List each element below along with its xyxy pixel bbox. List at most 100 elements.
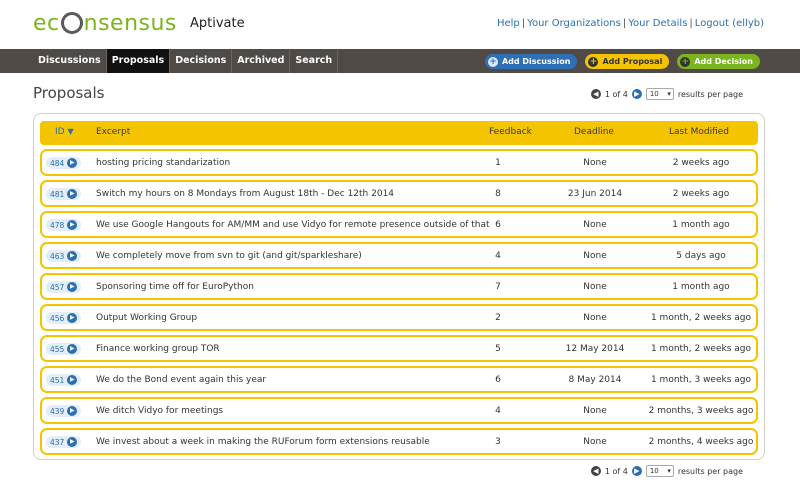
proposal-id: 457: [50, 282, 65, 292]
page-title: Proposals: [33, 84, 105, 102]
app-header: ec nsensus Aptivate Help | Your Organizatio…: [0, 0, 800, 46]
econsensus-logo[interactable]: ec nsensus: [33, 11, 177, 36]
proposal-id-link[interactable]: 437 ▶: [46, 436, 82, 448]
table-header: ID ▼ Excerpt Feedback Deadline Last Modi…: [40, 121, 758, 145]
tab-archived[interactable]: Archived: [232, 49, 291, 73]
column-header-id[interactable]: ID ▼: [55, 127, 74, 137]
proposal-id: 451: [50, 375, 65, 385]
logo-ring-icon: [60, 12, 83, 34]
deadline: None: [583, 158, 607, 168]
tab-decisions[interactable]: Decisions: [170, 49, 233, 73]
proposal-excerpt[interactable]: Switch my hours on 8 Mondays from August…: [96, 189, 394, 199]
arrow-right-icon: ▶: [67, 251, 78, 261]
next-page-icon[interactable]: ▶: [631, 89, 642, 99]
proposal-id-link[interactable]: 455 ▶: [46, 343, 82, 355]
column-header-excerpt[interactable]: Excerpt: [96, 127, 130, 137]
table-row[interactable]: 481 ▶ Switch my hours on 8 Mondays from Au…: [40, 180, 758, 207]
last-modified: 1 month ago: [672, 282, 730, 292]
your-organizations-link[interactable]: Your Organizations: [527, 18, 621, 29]
feedback-count: 5: [495, 344, 501, 354]
proposal-id: 455: [50, 344, 65, 354]
add-discussion-button[interactable]: + Add Discussion: [484, 54, 578, 69]
table-row[interactable]: 478 ▶ We use Google Hangouts for AM/MM and…: [40, 211, 758, 238]
proposal-excerpt[interactable]: We ditch Vidyo for meetings: [96, 406, 223, 416]
proposal-id-link[interactable]: 484 ▶: [46, 157, 82, 169]
deadline: None: [583, 220, 607, 230]
table-row[interactable]: 455 ▶ Finance working group TOR 5 12 May 201…: [40, 335, 758, 362]
column-header-last-modified[interactable]: Last Modified: [669, 127, 729, 137]
proposal-excerpt[interactable]: Finance working group TOR: [96, 344, 220, 354]
proposal-excerpt[interactable]: We do the Bond event again this year: [96, 375, 266, 385]
last-modified: 1 month, 2 weeks ago: [650, 313, 752, 323]
deadline: None: [583, 282, 607, 292]
table-row[interactable]: 457 ▶ Sponsoring time off for EuroPython 7 N…: [40, 273, 758, 300]
tab-discussions[interactable]: Discussions: [33, 49, 107, 73]
add-decision-button[interactable]: + Add Decision: [677, 54, 760, 69]
proposal-excerpt[interactable]: We invest about a week in making the RUF…: [96, 437, 430, 447]
arrow-right-icon: ▶: [67, 220, 78, 230]
proposal-excerpt[interactable]: Output Working Group: [96, 313, 197, 323]
link-separator: |: [521, 18, 526, 29]
results-per-page-select[interactable]: 10: [645, 465, 674, 477]
arrow-right-icon: ▶: [67, 313, 78, 323]
column-header-deadline[interactable]: Deadline: [574, 127, 614, 137]
proposal-excerpt[interactable]: Sponsoring time off for EuroPython: [96, 282, 254, 292]
deadline: None: [583, 313, 607, 323]
proposal-id-link[interactable]: 456 ▶: [46, 312, 82, 324]
previous-page-icon[interactable]: ◀: [590, 89, 601, 99]
next-page-icon[interactable]: ▶: [631, 466, 642, 476]
proposal-id-link[interactable]: 451 ▶: [46, 374, 82, 386]
proposal-id: 481: [50, 189, 65, 199]
column-header-id-label: ID: [55, 127, 65, 137]
results-per-page-label: results per page: [677, 466, 743, 476]
feedback-count: 4: [495, 406, 501, 416]
your-details-link[interactable]: Your Details: [628, 18, 687, 29]
logo-text-start: ec: [33, 11, 60, 36]
proposal-id: 437: [50, 437, 65, 447]
proposal-excerpt[interactable]: We completely move from svn to git (and …: [96, 251, 362, 261]
logout-link[interactable]: Logout (ellyb): [695, 18, 764, 29]
sort-desc-icon: ▼: [67, 127, 74, 136]
proposal-id-link[interactable]: 481 ▶: [46, 188, 82, 200]
proposal-id: 456: [50, 313, 65, 323]
page-indicator: 1 of 4: [604, 466, 628, 476]
arrow-right-icon: ▶: [67, 406, 78, 416]
proposal-id-link[interactable]: 478 ▶: [46, 219, 82, 231]
previous-page-icon[interactable]: ◀: [590, 466, 601, 476]
deadline: None: [583, 437, 607, 447]
help-link[interactable]: Help: [497, 18, 520, 29]
add-discussion-label: Add Discussion: [501, 57, 571, 66]
arrow-right-icon: ▶: [67, 189, 78, 199]
add-proposal-button[interactable]: + Add Proposal: [585, 54, 670, 69]
row-id-cell: 456 ▶: [46, 312, 82, 324]
column-header-feedback[interactable]: Feedback: [489, 127, 532, 137]
link-separator: |: [689, 18, 693, 29]
plus-icon: +: [680, 56, 691, 67]
row-id-cell: 439 ▶: [46, 405, 82, 417]
feedback-count: 4: [495, 251, 501, 261]
last-modified: 2 weeks ago: [672, 189, 730, 199]
proposal-id-link[interactable]: 439 ▶: [46, 405, 82, 417]
page-indicator: 1 of 4: [604, 89, 628, 99]
arrow-right-icon: ▶: [67, 344, 78, 354]
proposal-id-link[interactable]: 457 ▶: [46, 281, 82, 293]
results-per-page-select[interactable]: 10: [645, 88, 674, 100]
last-modified: 1 month, 2 weeks ago: [650, 344, 752, 354]
proposal-excerpt[interactable]: We use Google Hangouts for AM/MM and use…: [96, 220, 490, 230]
plus-icon: +: [487, 56, 498, 67]
table-row[interactable]: 437 ▶ We invest about a week in making the…: [40, 428, 758, 455]
table-row[interactable]: 451 ▶ We do the Bond event again this year…: [40, 366, 758, 393]
tab-proposals[interactable]: Proposals: [106, 49, 171, 73]
tab-search[interactable]: Search: [290, 49, 339, 73]
results-per-page-label: results per page: [677, 89, 743, 99]
organization-name: Aptivate: [190, 16, 245, 31]
table-row[interactable]: 439 ▶ We ditch Vidyo for meetings 4 None 2 mo…: [40, 397, 758, 424]
proposal-id-link[interactable]: 463 ▶: [46, 250, 82, 262]
feedback-count: 8: [495, 189, 501, 199]
table-row[interactable]: 484 ▶ hosting pricing standarization 1 None 2…: [40, 149, 758, 176]
table-row[interactable]: 463 ▶ We completely move from svn to git (…: [40, 242, 758, 269]
table-row[interactable]: 456 ▶ Output Working Group 2 None 1 month, 2 …: [40, 304, 758, 331]
proposal-excerpt[interactable]: hosting pricing standarization: [96, 158, 230, 168]
nav-action-buttons: + Add Discussion + Add Proposal + Add De…: [484, 54, 760, 69]
nav-tabs: Discussions Proposals Decisions Archived…: [33, 49, 339, 73]
